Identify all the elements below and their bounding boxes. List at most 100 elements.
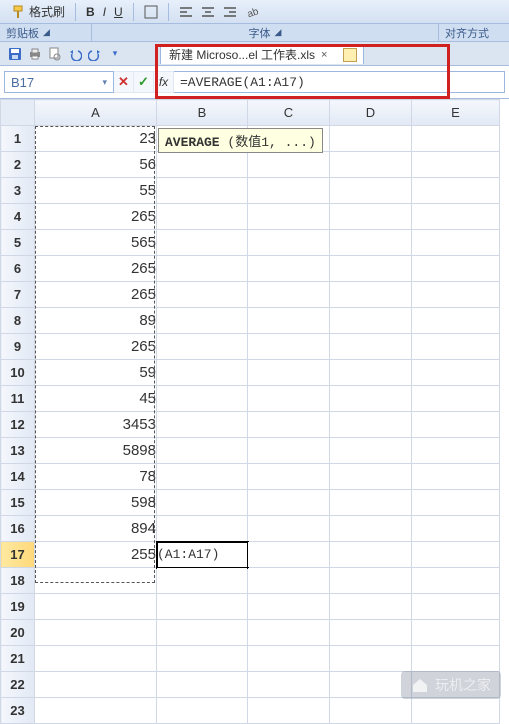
- cell-B17[interactable]: (A1:A17): [157, 542, 248, 568]
- cell-A11[interactable]: 45: [35, 386, 157, 412]
- cell-A10[interactable]: 59: [35, 360, 157, 386]
- cell-A17[interactable]: 255: [35, 542, 157, 568]
- cell-D23[interactable]: [330, 698, 412, 724]
- cell-B21[interactable]: [157, 646, 248, 672]
- cell-C13[interactable]: [248, 438, 330, 464]
- cell-D20[interactable]: [330, 620, 412, 646]
- cell-D16[interactable]: [330, 516, 412, 542]
- row-header-7[interactable]: 7: [1, 282, 35, 308]
- cell-E1[interactable]: [412, 126, 500, 152]
- cell-B2[interactable]: [157, 152, 248, 178]
- row-header-14[interactable]: 14: [1, 464, 35, 490]
- enter-formula-button[interactable]: ✓: [134, 71, 154, 93]
- cell-C12[interactable]: [248, 412, 330, 438]
- cell-A5[interactable]: 565: [35, 230, 157, 256]
- cell-C4[interactable]: [248, 204, 330, 230]
- row-header-13[interactable]: 13: [1, 438, 35, 464]
- align-right-button[interactable]: [219, 3, 241, 21]
- border-button[interactable]: [140, 3, 162, 21]
- cell-B10[interactable]: [157, 360, 248, 386]
- formula-input[interactable]: =AVERAGE(A1:A17): [174, 71, 505, 93]
- row-header-10[interactable]: 10: [1, 360, 35, 386]
- cell-E23[interactable]: [412, 698, 500, 724]
- cell-D4[interactable]: [330, 204, 412, 230]
- column-header-C[interactable]: C: [248, 100, 330, 126]
- cell-D22[interactable]: [330, 672, 412, 698]
- cell-D8[interactable]: [330, 308, 412, 334]
- cell-E14[interactable]: [412, 464, 500, 490]
- cell-B11[interactable]: [157, 386, 248, 412]
- grid[interactable]: ABCDE12325635542655565626572658899265105…: [0, 99, 500, 724]
- cell-D10[interactable]: [330, 360, 412, 386]
- cell-A1[interactable]: 23: [35, 126, 157, 152]
- cell-B12[interactable]: [157, 412, 248, 438]
- row-header-8[interactable]: 8: [1, 308, 35, 334]
- cell-A13[interactable]: 5898: [35, 438, 157, 464]
- row-header-3[interactable]: 3: [1, 178, 35, 204]
- cell-E5[interactable]: [412, 230, 500, 256]
- cell-B8[interactable]: [157, 308, 248, 334]
- undo-button[interactable]: [66, 45, 84, 63]
- cell-B20[interactable]: [157, 620, 248, 646]
- cell-C6[interactable]: [248, 256, 330, 282]
- cell-E9[interactable]: [412, 334, 500, 360]
- column-header-E[interactable]: E: [412, 100, 500, 126]
- row-header-1[interactable]: 1: [1, 126, 35, 152]
- cell-B14[interactable]: [157, 464, 248, 490]
- cell-E2[interactable]: [412, 152, 500, 178]
- save-button[interactable]: [6, 45, 24, 63]
- cell-E22[interactable]: [412, 672, 500, 698]
- column-header-D[interactable]: D: [330, 100, 412, 126]
- cell-C14[interactable]: [248, 464, 330, 490]
- cell-A6[interactable]: 265: [35, 256, 157, 282]
- cell-A4[interactable]: 265: [35, 204, 157, 230]
- cell-D15[interactable]: [330, 490, 412, 516]
- align-center-button[interactable]: [197, 3, 219, 21]
- row-header-11[interactable]: 11: [1, 386, 35, 412]
- cell-A14[interactable]: 78: [35, 464, 157, 490]
- cell-C16[interactable]: [248, 516, 330, 542]
- cell-D3[interactable]: [330, 178, 412, 204]
- cell-E4[interactable]: [412, 204, 500, 230]
- cell-E7[interactable]: [412, 282, 500, 308]
- cell-B23[interactable]: [157, 698, 248, 724]
- group-align[interactable]: 对齐方式: [439, 24, 509, 41]
- row-header-21[interactable]: 21: [1, 646, 35, 672]
- cell-E13[interactable]: [412, 438, 500, 464]
- cell-C22[interactable]: [248, 672, 330, 698]
- cell-C2[interactable]: [248, 152, 330, 178]
- cell-D7[interactable]: [330, 282, 412, 308]
- cell-A9[interactable]: 265: [35, 334, 157, 360]
- row-header-2[interactable]: 2: [1, 152, 35, 178]
- column-header-B[interactable]: B: [157, 100, 248, 126]
- row-header-4[interactable]: 4: [1, 204, 35, 230]
- cell-A3[interactable]: 55: [35, 178, 157, 204]
- cell-D17[interactable]: [330, 542, 412, 568]
- close-tab-button[interactable]: ×: [321, 49, 327, 61]
- cell-B15[interactable]: [157, 490, 248, 516]
- column-header-A[interactable]: A: [35, 100, 157, 126]
- cell-B4[interactable]: [157, 204, 248, 230]
- cell-A8[interactable]: 89: [35, 308, 157, 334]
- insert-function-button[interactable]: fx: [154, 71, 174, 93]
- cell-B18[interactable]: [157, 568, 248, 594]
- cell-C10[interactable]: [248, 360, 330, 386]
- cell-B5[interactable]: [157, 230, 248, 256]
- cell-B13[interactable]: [157, 438, 248, 464]
- row-header-15[interactable]: 15: [1, 490, 35, 516]
- cell-E8[interactable]: [412, 308, 500, 334]
- cell-C11[interactable]: [248, 386, 330, 412]
- qat-dropdown[interactable]: ▾: [106, 45, 124, 63]
- cell-D14[interactable]: [330, 464, 412, 490]
- cell-D1[interactable]: [330, 126, 412, 152]
- row-header-23[interactable]: 23: [1, 698, 35, 724]
- cell-A16[interactable]: 894: [35, 516, 157, 542]
- cell-E3[interactable]: [412, 178, 500, 204]
- row-header-12[interactable]: 12: [1, 412, 35, 438]
- redo-button[interactable]: [86, 45, 104, 63]
- select-all-corner[interactable]: [1, 100, 35, 126]
- cell-C20[interactable]: [248, 620, 330, 646]
- cancel-formula-button[interactable]: ✕: [114, 71, 134, 93]
- cell-D5[interactable]: [330, 230, 412, 256]
- cell-C5[interactable]: [248, 230, 330, 256]
